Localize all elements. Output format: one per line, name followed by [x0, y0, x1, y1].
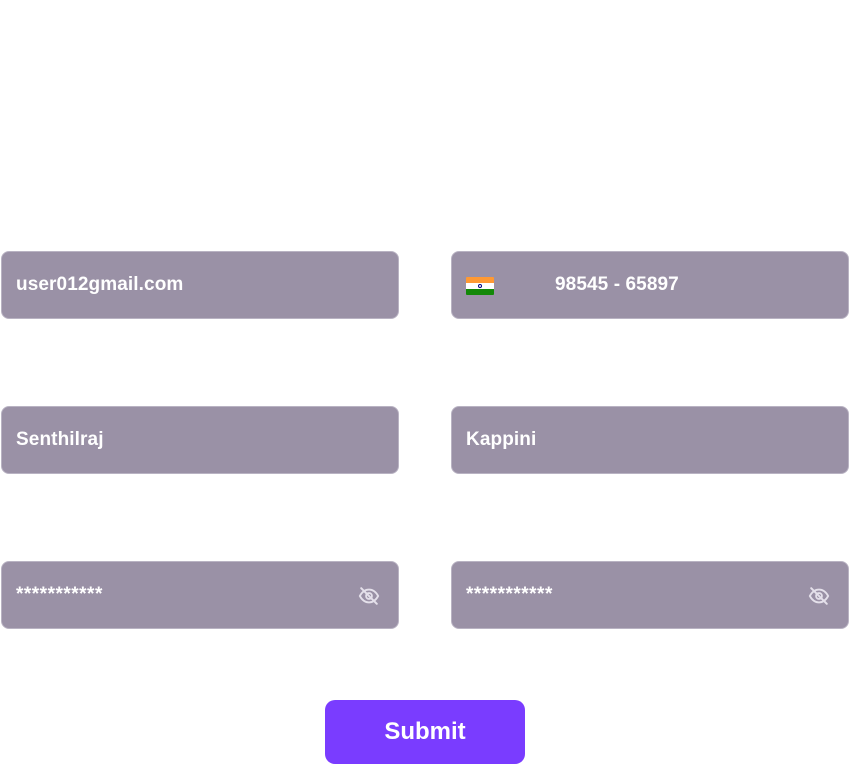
last-name-value: Kappini: [466, 429, 537, 450]
password-field[interactable]: ***********: [1, 561, 399, 629]
india-flag-icon[interactable]: [466, 277, 494, 295]
first-name-value: Senthilraj: [16, 429, 104, 450]
eye-off-icon[interactable]: [358, 585, 380, 607]
email-value: user012gmail.com: [16, 274, 184, 295]
phone-field[interactable]: 98545 - 65897: [451, 251, 849, 319]
flag-green-stripe: [466, 289, 494, 295]
registration-form: user012gmail.com 98545 - 65897 Senthilra…: [0, 0, 850, 764]
confirm-password-field[interactable]: ***********: [451, 561, 849, 629]
submit-button[interactable]: Submit: [325, 700, 525, 764]
eye-off-icon[interactable]: [808, 585, 830, 607]
flag-chakra: [478, 284, 482, 288]
phone-value: 98545 - 65897: [555, 274, 679, 295]
email-field[interactable]: user012gmail.com: [1, 251, 399, 319]
first-name-field[interactable]: Senthilraj: [1, 406, 399, 474]
confirm-password-value: ***********: [466, 584, 553, 605]
last-name-field[interactable]: Kappini: [451, 406, 849, 474]
password-value: ***********: [16, 584, 103, 605]
